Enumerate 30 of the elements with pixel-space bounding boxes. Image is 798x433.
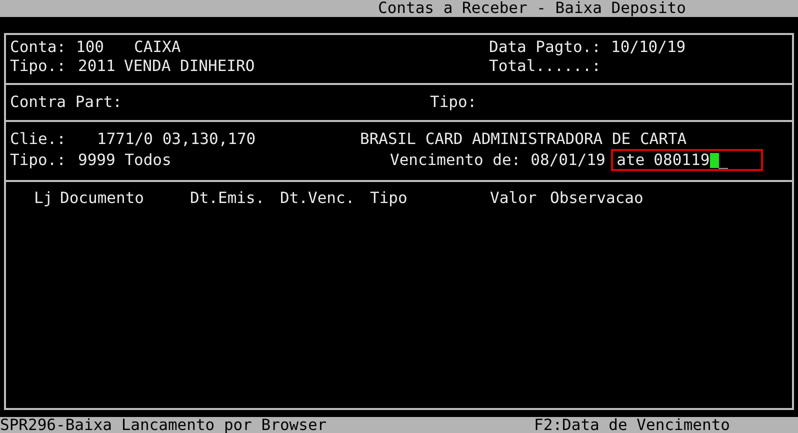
client-name: BRASIL CARD ADMINISTRADORA DE CARTA <box>360 130 687 149</box>
field-label: Clie.: <box>10 130 67 149</box>
field-label: Contra Part: <box>10 93 123 113</box>
key-hint: F2:Data de Vencimento <box>534 417 730 433</box>
column-header: Tipo <box>370 189 408 208</box>
column-header: Dt.Emis. <box>190 189 266 208</box>
field-value: 1771/0 03,130,170 <box>97 130 257 149</box>
cursor-icon <box>710 152 719 168</box>
date-input-field[interactable]: ate 080119 _ <box>610 149 763 171</box>
field-label: Tipo.: <box>10 57 67 76</box>
field-label: Total......: <box>489 57 601 76</box>
field-label: Conta: <box>10 38 66 57</box>
column-header: Valor <box>490 189 538 208</box>
field-value: 10/10/19 <box>610 38 686 57</box>
column-header: Documento <box>60 189 145 208</box>
field-label: Data Pagto.: <box>489 38 601 57</box>
field-label: Tipo: <box>430 93 477 113</box>
field-value: VENDA DINHEIRO <box>124 57 255 76</box>
field-label: Vencimento de: <box>390 150 521 170</box>
field-value: 9999 Todos <box>78 150 172 170</box>
window-title: Contas a Receber - Baixa Deposito <box>378 0 686 17</box>
field-label: Tipo.: <box>10 150 67 170</box>
field-value: CAIXA <box>133 38 181 57</box>
field-value: 2011 <box>78 57 116 76</box>
column-header: Observacao <box>550 189 644 208</box>
column-header: Dt.Venc. <box>280 189 356 208</box>
field-value: 08/01/19 <box>530 150 605 170</box>
column-header: Lj <box>34 189 54 208</box>
program-name: SPR296-Baixa Lancamento por Browser <box>0 417 327 433</box>
field-value: 100 <box>76 38 104 57</box>
